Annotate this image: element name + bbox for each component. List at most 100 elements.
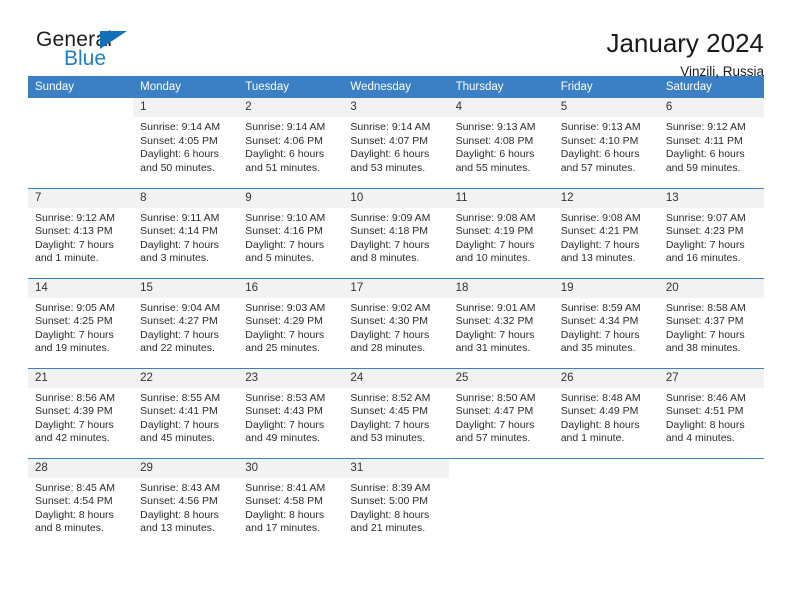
day-details: Sunrise: 9:08 AM Sunset: 4:19 PM Daylight:… [449, 208, 554, 266]
day-details: Sunrise: 9:01 AM Sunset: 4:32 PM Daylight:… [449, 298, 554, 356]
day-details: Sunrise: 9:04 AM Sunset: 4:27 PM Daylight:… [133, 298, 238, 356]
daylight-text-line2: and 10 minutes. [455, 252, 531, 265]
sunset-text: Sunset: 4:45 PM [350, 405, 429, 418]
day-cell[interactable]: 1 Sunrise: 9:14 AM Sunset: 4:05 PM Daylight… [133, 98, 239, 188]
weekday-header-tuesday: Tuesday [238, 76, 344, 98]
day-details: Sunrise: 8:39 AM Sunset: 5:00 PM Daylight:… [343, 478, 448, 536]
sunrise-text: Sunrise: 9:03 AM [245, 301, 326, 314]
sunrise-text: Sunrise: 9:10 AM [245, 211, 326, 224]
daylight-text-line1: Daylight: 6 hours [245, 148, 325, 161]
day-cell[interactable]: 17 Sunrise: 9:02 AM Sunset: 4:30 PM Dayligh… [343, 277, 449, 368]
day-details: Sunrise: 8:43 AM Sunset: 4:56 PM Daylight:… [133, 478, 238, 536]
sunset-text: Sunset: 4:41 PM [140, 405, 218, 418]
daylight-text-line1: Daylight: 8 hours [140, 508, 219, 521]
day-cell [658, 457, 764, 548]
daylight-text-line2: and 8 minutes. [35, 522, 104, 535]
day-details: Sunrise: 8:56 AM Sunset: 4:39 PM Daylight:… [28, 388, 133, 446]
day-cell[interactable]: 19 Sunrise: 8:59 AM Sunset: 4:34 PM Dayligh… [553, 277, 659, 368]
weekday-header-thursday: Thursday [448, 76, 554, 98]
day-details: Sunrise: 9:13 AM Sunset: 4:08 PM Daylight:… [449, 117, 554, 175]
daylight-text-line2: and 53 minutes. [350, 161, 426, 174]
daylight-text-line1: Daylight: 7 hours [140, 328, 219, 341]
sunrise-text: Sunrise: 8:52 AM [350, 391, 431, 404]
daylight-text-line2: and 55 minutes. [455, 161, 531, 174]
day-cell[interactable]: 11 Sunrise: 9:08 AM Sunset: 4:19 PM Dayligh… [448, 187, 554, 278]
daylight-text-line1: Daylight: 7 hours [455, 418, 535, 431]
day-number: 18 [448, 278, 554, 298]
day-cell[interactable]: 9 Sunrise: 9:10 AM Sunset: 4:16 PM Daylight… [238, 187, 344, 278]
daylight-text-line2: and 21 minutes. [350, 522, 426, 535]
day-cell[interactable]: 26 Sunrise: 8:48 AM Sunset: 4:49 PM Dayligh… [553, 367, 659, 458]
daylight-text-line1: Daylight: 6 hours [140, 148, 219, 161]
sunrise-text: Sunrise: 9:08 AM [560, 211, 641, 224]
sunset-text: Sunset: 4:47 PM [455, 405, 534, 418]
daylight-text-line2: and 5 minutes. [245, 252, 315, 265]
brand-logo[interactable]: General Blue [28, 28, 168, 76]
week-row: 7 Sunrise: 9:12 AM Sunset: 4:13 PM Daylight… [28, 187, 764, 278]
day-cell[interactable]: 22 Sunrise: 8:55 AM Sunset: 4:41 PM Dayligh… [133, 367, 239, 458]
day-cell[interactable]: 28 Sunrise: 8:45 AM Sunset: 4:54 PM Dayligh… [28, 457, 134, 548]
day-cell[interactable]: 23 Sunrise: 8:53 AM Sunset: 4:43 PM Dayligh… [238, 367, 344, 458]
day-details: Sunrise: 9:02 AM Sunset: 4:30 PM Daylight:… [343, 298, 448, 356]
day-number: 10 [343, 188, 449, 208]
sunset-text: Sunset: 4:19 PM [455, 225, 534, 238]
day-cell[interactable]: 2 Sunrise: 9:14 AM Sunset: 4:06 PM Daylight… [238, 98, 344, 188]
day-cell[interactable]: 7 Sunrise: 9:12 AM Sunset: 4:13 PM Daylight… [28, 187, 134, 278]
daylight-text-line2: and 49 minutes. [245, 432, 320, 445]
day-number: 28 [28, 458, 134, 478]
day-cell[interactable]: 27 Sunrise: 8:46 AM Sunset: 4:51 PM Dayligh… [658, 367, 764, 458]
day-cell[interactable]: 25 Sunrise: 8:50 AM Sunset: 4:47 PM Dayligh… [448, 367, 554, 458]
day-details: Sunrise: 9:08 AM Sunset: 4:21 PM Daylight:… [554, 208, 659, 266]
day-cell[interactable]: 6 Sunrise: 9:12 AM Sunset: 4:11 PM Daylight… [658, 98, 764, 188]
day-details: Sunrise: 8:48 AM Sunset: 4:49 PM Daylight:… [554, 388, 659, 446]
daylight-text-line2: and 19 minutes. [35, 342, 110, 355]
day-cell[interactable]: 12 Sunrise: 9:08 AM Sunset: 4:21 PM Dayligh… [553, 187, 659, 278]
day-details: Sunrise: 8:58 AM Sunset: 4:37 PM Daylight:… [659, 298, 764, 356]
day-number: 8 [133, 188, 239, 208]
daylight-text-line2: and 22 minutes. [140, 342, 215, 355]
day-cell[interactable]: 5 Sunrise: 9:13 AM Sunset: 4:10 PM Daylight… [553, 98, 659, 188]
day-details: Sunrise: 9:14 AM Sunset: 4:05 PM Daylight:… [133, 117, 238, 175]
calendar-page: General Blue January 2024 Vinzili, Russi… [0, 0, 792, 612]
day-cell [28, 98, 133, 188]
sunrise-text: Sunrise: 9:14 AM [140, 121, 221, 133]
day-cell[interactable]: 29 Sunrise: 8:43 AM Sunset: 4:56 PM Dayligh… [133, 457, 239, 548]
sunrise-text: Sunrise: 9:13 AM [560, 121, 641, 133]
day-cell[interactable]: 13 Sunrise: 9:07 AM Sunset: 4:23 PM Dayligh… [658, 187, 764, 278]
day-cell [553, 457, 659, 548]
sunset-text: Sunset: 4:06 PM [245, 134, 323, 147]
day-number: 25 [448, 368, 554, 388]
day-details: Sunrise: 8:53 AM Sunset: 4:43 PM Daylight:… [238, 388, 343, 446]
day-cell[interactable]: 31 Sunrise: 8:39 AM Sunset: 5:00 PM Dayligh… [343, 457, 449, 548]
day-cell[interactable]: 21 Sunrise: 8:56 AM Sunset: 4:39 PM Dayligh… [28, 367, 134, 458]
day-cell[interactable]: 16 Sunrise: 9:03 AM Sunset: 4:29 PM Dayligh… [238, 277, 344, 368]
day-cell[interactable]: 24 Sunrise: 8:52 AM Sunset: 4:45 PM Dayligh… [343, 367, 449, 458]
sunset-text: Sunset: 4:39 PM [35, 405, 113, 418]
day-cell[interactable]: 8 Sunrise: 9:11 AM Sunset: 4:14 PM Daylight… [133, 187, 239, 278]
daylight-text-line1: Daylight: 7 hours [140, 418, 219, 431]
day-number: 31 [343, 458, 449, 478]
day-cell[interactable]: 14 Sunrise: 9:05 AM Sunset: 4:25 PM Dayligh… [28, 277, 134, 368]
daylight-text-line1: Daylight: 7 hours [455, 328, 535, 341]
day-cell[interactable]: 4 Sunrise: 9:13 AM Sunset: 4:08 PM Daylight… [448, 98, 554, 188]
daylight-text-line1: Daylight: 8 hours [560, 418, 640, 431]
sunrise-text: Sunrise: 8:50 AM [455, 391, 536, 404]
day-number: 14 [28, 278, 134, 298]
day-cell[interactable]: 15 Sunrise: 9:04 AM Sunset: 4:27 PM Dayligh… [133, 277, 239, 368]
day-cell[interactable]: 20 Sunrise: 8:58 AM Sunset: 4:37 PM Dayligh… [658, 277, 764, 368]
sunrise-text: Sunrise: 8:55 AM [140, 391, 221, 404]
sunrise-text: Sunrise: 8:45 AM [35, 481, 115, 494]
daylight-text-line1: Daylight: 7 hours [245, 418, 325, 431]
day-cell[interactable]: 10 Sunrise: 9:09 AM Sunset: 4:18 PM Dayligh… [343, 187, 449, 278]
day-number: 19 [553, 278, 659, 298]
sunrise-text: Sunrise: 8:41 AM [245, 481, 326, 494]
day-details: Sunrise: 9:09 AM Sunset: 4:18 PM Daylight:… [343, 208, 448, 266]
day-number: 22 [133, 368, 239, 388]
location-subtitle: Vinzili, Russia [680, 64, 764, 79]
day-cell[interactable]: 3 Sunrise: 9:14 AM Sunset: 4:07 PM Daylight… [343, 98, 449, 188]
day-number: 16 [238, 278, 344, 298]
day-cell[interactable]: 18 Sunrise: 9:01 AM Sunset: 4:32 PM Dayligh… [448, 277, 554, 368]
day-cell[interactable]: 30 Sunrise: 8:41 AM Sunset: 4:58 PM Dayligh… [238, 457, 344, 548]
day-number: 21 [28, 368, 134, 388]
day-details: Sunrise: 8:59 AM Sunset: 4:34 PM Daylight:… [554, 298, 659, 356]
